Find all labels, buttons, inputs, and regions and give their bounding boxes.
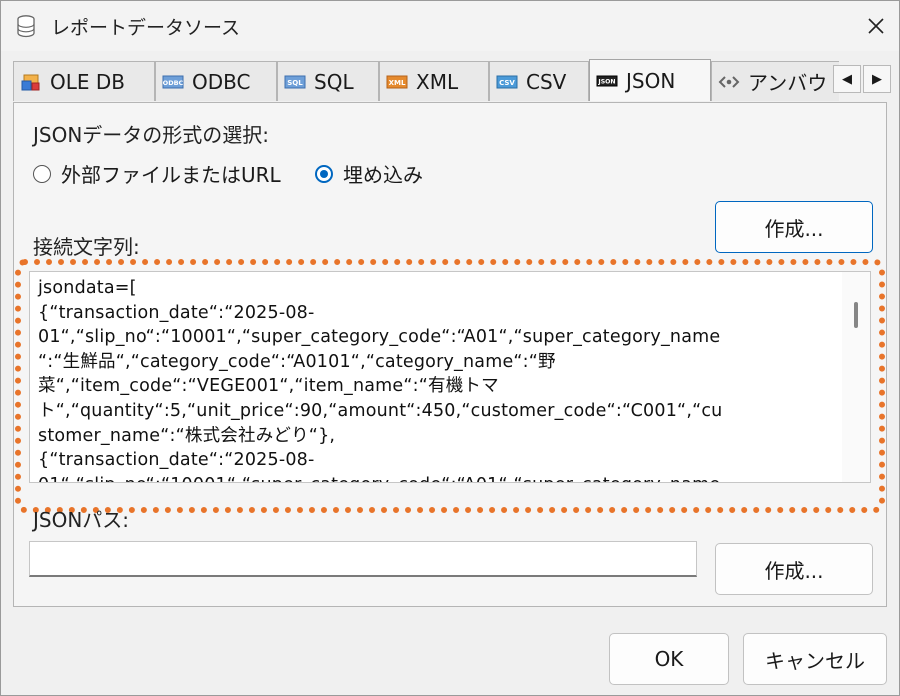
tab-ole-db[interactable]: OLE DB bbox=[13, 61, 155, 101]
title-bar: レポートデータソース bbox=[1, 1, 899, 51]
connection-string-text: jsondata=[ {“transaction_date“:“2025-08-… bbox=[38, 278, 723, 482]
svg-text:ODBC: ODBC bbox=[163, 79, 184, 87]
radio-embedded[interactable]: 埋め込み bbox=[315, 159, 423, 188]
tab-sql[interactable]: SQL SQL bbox=[277, 61, 379, 101]
build-connection-string-button[interactable]: 作成... bbox=[715, 201, 873, 253]
close-icon bbox=[868, 18, 884, 34]
database-icon bbox=[17, 15, 35, 38]
svg-text:SQL: SQL bbox=[287, 79, 303, 87]
tab-csv[interactable]: CSV CSV bbox=[489, 61, 589, 101]
report-data-source-dialog: レポートデータソース OLE DB ODBC ODBC SQL SQL XML … bbox=[0, 0, 900, 696]
tab-xml[interactable]: XML XML bbox=[379, 61, 489, 101]
odbc-icon: ODBC bbox=[162, 75, 184, 88]
sql-icon: SQL bbox=[284, 75, 306, 88]
xml-icon: XML bbox=[386, 75, 408, 88]
close-button[interactable] bbox=[859, 9, 893, 43]
tab-label: SQL bbox=[314, 69, 354, 94]
ok-button[interactable]: OK bbox=[609, 633, 729, 685]
tab-label: OLE DB bbox=[50, 69, 125, 94]
build-json-path-button[interactable]: 作成... bbox=[715, 543, 873, 595]
format-label: JSONデータの形式の選択: bbox=[33, 123, 270, 147]
tab-label: アンバウ bbox=[748, 71, 828, 95]
scrollbar-thumb[interactable] bbox=[854, 302, 858, 328]
tab-label: ODBC bbox=[192, 69, 251, 94]
chevron-left-icon: ◀ bbox=[842, 71, 852, 87]
connection-string-textarea[interactable]: jsondata=[ {“transaction_date“:“2025-08-… bbox=[29, 271, 871, 483]
cancel-button[interactable]: キャンセル bbox=[743, 633, 887, 685]
tab-strip: OLE DB ODBC ODBC SQL SQL XML XML CSV CSV… bbox=[13, 59, 839, 103]
csv-icon: CSV bbox=[496, 75, 518, 88]
radio-label: 外部ファイルまたはURL bbox=[61, 163, 281, 187]
tab-unbound[interactable]: アンバウ bbox=[711, 61, 839, 101]
svg-text:CSV: CSV bbox=[499, 79, 515, 87]
chevron-right-icon: ▶ bbox=[872, 71, 882, 87]
radio-label: 埋め込み bbox=[343, 163, 423, 187]
svg-text:XML: XML bbox=[389, 79, 406, 87]
radio-button[interactable] bbox=[315, 164, 333, 183]
dialog-title: レポートデータソース bbox=[51, 17, 241, 39]
textarea-scrollbar[interactable] bbox=[842, 272, 870, 482]
tab-scroll-right-button[interactable]: ▶ bbox=[863, 65, 891, 93]
json-path-label: JSONパス: bbox=[33, 508, 130, 532]
svg-text:JSON: JSON bbox=[597, 78, 615, 85]
json-path-input[interactable] bbox=[29, 541, 697, 577]
radio-external-file-or-url[interactable]: 外部ファイルまたはURL bbox=[33, 159, 281, 188]
tab-scroll-left-button[interactable]: ◀ bbox=[833, 65, 861, 93]
radio-button[interactable] bbox=[33, 164, 51, 183]
tab-odbc[interactable]: ODBC ODBC bbox=[155, 61, 277, 101]
tab-label: JSON bbox=[626, 68, 676, 93]
json-icon: JSON bbox=[596, 75, 618, 86]
ole-db-icon bbox=[21, 74, 40, 90]
tab-label: CSV bbox=[526, 69, 567, 94]
tab-label: XML bbox=[416, 69, 459, 94]
unbound-icon bbox=[718, 75, 740, 88]
tab-json[interactable]: JSON JSON bbox=[589, 59, 711, 101]
connection-string-label: 接続文字列: bbox=[33, 235, 140, 259]
